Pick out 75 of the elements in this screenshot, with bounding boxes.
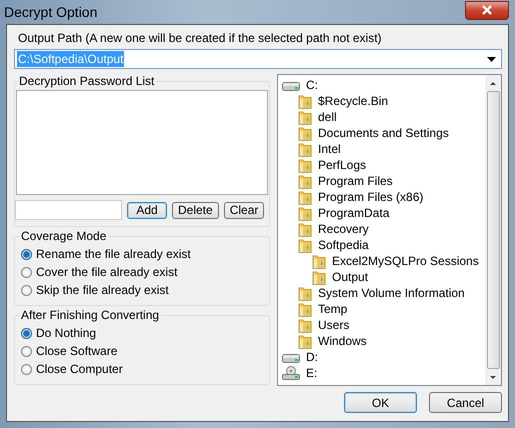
- tree-item[interactable]: Program Files (x86): [318, 190, 424, 204]
- tree-item[interactable]: $Recycle.Bin: [318, 94, 388, 108]
- tree-item[interactable]: C:: [306, 78, 318, 92]
- folder-icon: [312, 254, 326, 268]
- tree-item[interactable]: dell: [318, 110, 337, 124]
- radio-button[interactable]: [21, 346, 32, 356]
- tree-item[interactable]: System Volume Information: [318, 286, 465, 300]
- radio-button[interactable]: [21, 328, 32, 338]
- list-button[interactable]: Delete: [172, 202, 219, 218]
- optical-drive-icon: [282, 366, 300, 380]
- radio-label: Rename the file already exist: [36, 247, 191, 261]
- dropdown-arrow-icon: [487, 56, 496, 62]
- password-input[interactable]: [15, 200, 122, 220]
- dialog-button[interactable]: OK: [344, 392, 417, 413]
- radio-label: Close Software: [36, 344, 118, 358]
- output-path-value: C:\Softpedia\Output: [17, 51, 124, 67]
- close-icon: [481, 5, 493, 15]
- tree-item[interactable]: Windows: [318, 334, 367, 348]
- tree-item[interactable]: Excel2MySQLPro Sessions: [332, 254, 479, 268]
- radio-option[interactable]: Close Software: [17, 342, 267, 360]
- close-button[interactable]: [465, 0, 509, 20]
- group-title: Decryption Password List: [18, 74, 156, 88]
- group-title: Coverage Mode: [20, 229, 108, 243]
- radio-label: Close Computer: [36, 362, 123, 376]
- tree-item[interactable]: Temp: [318, 302, 348, 316]
- dialog-button[interactable]: Cancel: [429, 392, 502, 413]
- tree-item[interactable]: Softpedia: [318, 238, 369, 252]
- tree-item[interactable]: Intel: [318, 142, 341, 156]
- radio-label: Skip the file already exist: [36, 283, 169, 297]
- tree-item[interactable]: Documents and Settings: [318, 126, 449, 140]
- radio-option[interactable]: Cover the file already exist: [17, 263, 267, 281]
- output-path-label: Output Path (A new one will be created if the selected path not exist): [17, 31, 383, 46]
- tree-item[interactable]: PerfLogs: [318, 158, 366, 172]
- radio-option[interactable]: Rename the file already exist: [17, 245, 267, 263]
- radio-button[interactable]: [21, 284, 32, 296]
- list-button[interactable]: Clear: [224, 202, 264, 218]
- folder-icon: [298, 158, 312, 172]
- folder-icon: [298, 318, 312, 332]
- folder-icon: [298, 126, 312, 140]
- folder-icon: [298, 334, 312, 348]
- tree-item[interactable]: Output: [332, 270, 368, 284]
- hard-drive-icon: [282, 79, 300, 91]
- tree-item[interactable]: D:: [306, 350, 318, 364]
- radio-option[interactable]: Close Computer: [17, 360, 267, 378]
- password-list[interactable]: [16, 90, 268, 195]
- list-button[interactable]: Add: [127, 202, 167, 218]
- folder-icon: [298, 142, 312, 156]
- folder-tree[interactable]: [277, 74, 502, 386]
- vertical-scrollbar[interactable]: [485, 75, 501, 385]
- radio-label: Cover the file already exist: [36, 265, 178, 279]
- radio-option[interactable]: Skip the file already exist: [17, 281, 267, 299]
- folder-icon: [298, 94, 312, 108]
- tree-item[interactable]: Program Files: [318, 174, 393, 188]
- tree-item[interactable]: ProgramData: [318, 206, 390, 220]
- tree-item[interactable]: E:: [306, 366, 318, 380]
- radio-button[interactable]: [21, 364, 32, 374]
- radio-button[interactable]: [21, 266, 32, 278]
- folder-icon: [298, 110, 312, 124]
- tree-item[interactable]: Recovery: [318, 222, 369, 236]
- folder-icon: [298, 238, 312, 252]
- tree-item[interactable]: Users: [318, 318, 350, 332]
- window-title: Decrypt Option: [4, 4, 98, 20]
- group-title: After Finishing Converting: [20, 308, 160, 322]
- folder-icon: [298, 222, 312, 236]
- scroll-thumb[interactable]: [486, 91, 500, 369]
- folder-icon: [298, 302, 312, 316]
- radio-label: Do Nothing: [36, 326, 96, 340]
- hard-drive-icon: [282, 351, 300, 363]
- folder-icon: [298, 286, 312, 300]
- folder-icon: [298, 174, 312, 188]
- folder-icon: [298, 190, 312, 204]
- radio-option[interactable]: Do Nothing: [17, 324, 267, 342]
- folder-icon: [298, 206, 312, 220]
- folder-icon: [312, 270, 326, 284]
- radio-button[interactable]: [21, 248, 32, 260]
